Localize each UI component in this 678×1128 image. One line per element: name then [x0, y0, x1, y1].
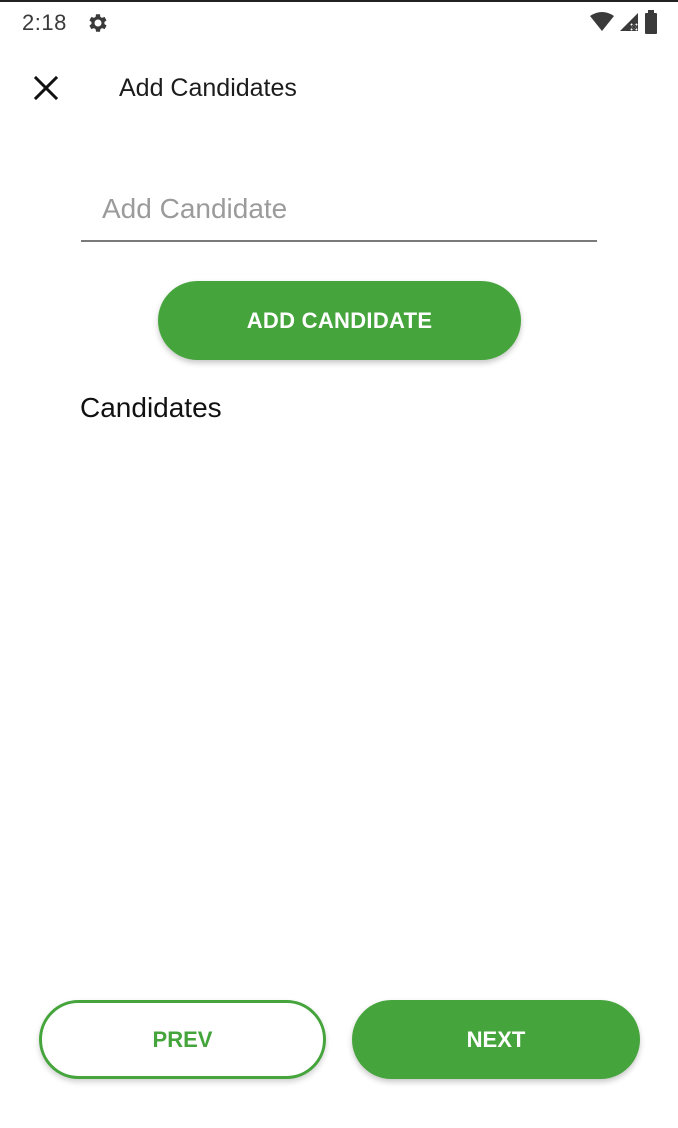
signal-icon	[618, 11, 640, 33]
candidate-input[interactable]	[81, 180, 597, 238]
add-candidate-button-label: ADD CANDIDATE	[246, 307, 433, 333]
prev-button-label: PREV	[152, 1026, 213, 1052]
status-icons	[590, 10, 658, 34]
candidate-input-field	[81, 180, 597, 242]
prev-button[interactable]: PREV	[39, 1000, 326, 1079]
add-candidate-button[interactable]: ADD CANDIDATE	[158, 281, 521, 360]
next-button-label: NEXT	[466, 1026, 526, 1052]
add-candidates-screen: 2:18 Add Candidates Add Candidate ADD CA…	[0, 0, 678, 1128]
app-bar: Add Candidates	[0, 60, 678, 120]
status-bar: 2:18	[0, 2, 678, 44]
next-button[interactable]: NEXT	[352, 1000, 640, 1079]
candidates-heading: Candidates	[80, 392, 222, 423]
gear-icon	[86, 11, 110, 35]
close-icon	[33, 75, 59, 106]
wifi-icon	[590, 11, 614, 33]
battery-icon	[644, 10, 658, 34]
close-button[interactable]	[24, 68, 68, 112]
candidate-list	[80, 442, 598, 962]
page-title: Add Candidates	[119, 74, 297, 102]
status-time: 2:18	[22, 10, 67, 35]
